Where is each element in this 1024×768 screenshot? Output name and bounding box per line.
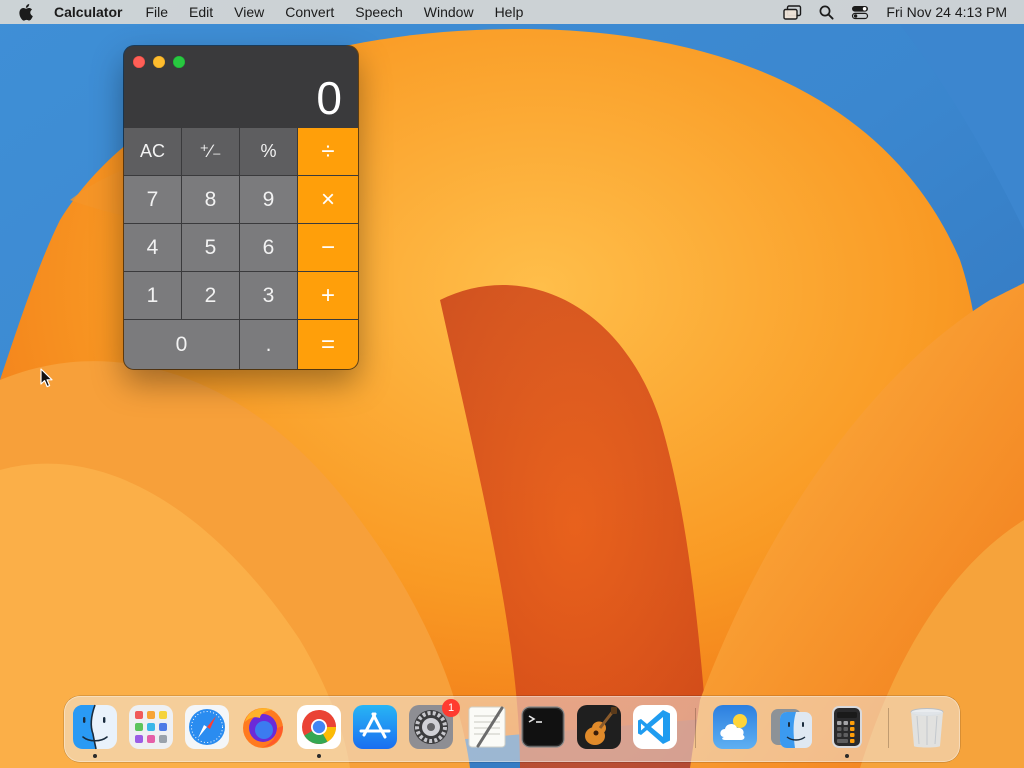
key-8[interactable]: 8 xyxy=(182,176,239,223)
running-indicator xyxy=(845,754,849,758)
menu-view[interactable]: View xyxy=(234,4,264,20)
migration-assistant-icon[interactable] xyxy=(768,704,814,750)
apple-logo-icon[interactable] xyxy=(18,3,36,21)
key-multiply[interactable]: × xyxy=(298,176,358,223)
menu-edit[interactable]: Edit xyxy=(189,4,213,20)
window-close-button[interactable] xyxy=(133,56,145,68)
key-7[interactable]: 7 xyxy=(124,176,181,223)
garageband-icon[interactable] xyxy=(576,704,622,750)
chrome-icon[interactable] xyxy=(296,704,342,750)
menu-file[interactable]: File xyxy=(145,4,168,20)
key-subtract[interactable]: − xyxy=(298,224,358,271)
menu-bar-clock[interactable]: Fri Nov 24 4:13 PM xyxy=(886,4,1007,20)
key-decimal[interactable]: . xyxy=(240,320,297,369)
menu-convert[interactable]: Convert xyxy=(285,4,334,20)
key-3[interactable]: 3 xyxy=(240,272,297,319)
key-add[interactable]: + xyxy=(298,272,358,319)
key-9[interactable]: 9 xyxy=(240,176,297,223)
calculator-display: 0 xyxy=(316,72,342,124)
launchpad-icon[interactable] xyxy=(128,704,174,750)
window-minimize-button[interactable] xyxy=(153,56,165,68)
control-center-icon[interactable] xyxy=(851,5,869,20)
running-indicator xyxy=(317,754,321,758)
system-settings-icon[interactable]: 1 xyxy=(408,699,460,750)
calculator-icon[interactable] xyxy=(824,704,870,750)
calculator-keypad: AC ⁺∕₋ % ÷ 7 8 9 × 4 5 6 − 1 2 3 + 0 . = xyxy=(124,128,358,369)
running-indicator xyxy=(93,754,97,758)
trash-icon[interactable] xyxy=(904,704,950,750)
app-store-icon[interactable] xyxy=(352,704,398,750)
dock-separator xyxy=(888,708,889,748)
key-4[interactable]: 4 xyxy=(124,224,181,271)
firefox-icon[interactable] xyxy=(240,704,286,750)
finder-icon[interactable] xyxy=(72,704,118,750)
key-percent[interactable]: % xyxy=(240,128,297,175)
key-divide[interactable]: ÷ xyxy=(298,128,358,175)
notification-badge: 1 xyxy=(442,699,460,717)
screen-mirroring-icon[interactable] xyxy=(783,4,802,20)
window-zoom-button[interactable] xyxy=(173,56,185,68)
dock: 1 xyxy=(64,696,960,762)
key-2[interactable]: 2 xyxy=(182,272,239,319)
menu-bar: Calculator File Edit View Convert Speech… xyxy=(0,0,1024,24)
menu-app-name[interactable]: Calculator xyxy=(54,4,122,20)
weather-icon[interactable] xyxy=(712,704,758,750)
key-equals[interactable]: = xyxy=(298,320,358,369)
spotlight-search-icon[interactable] xyxy=(819,5,834,20)
menu-help[interactable]: Help xyxy=(495,4,524,20)
key-6[interactable]: 6 xyxy=(240,224,297,271)
terminal-icon[interactable] xyxy=(520,704,566,750)
mouse-pointer-icon xyxy=(40,368,53,388)
menu-window[interactable]: Window xyxy=(424,4,474,20)
vscode-icon[interactable] xyxy=(632,704,678,750)
key-5[interactable]: 5 xyxy=(182,224,239,271)
menu-speech[interactable]: Speech xyxy=(355,4,402,20)
textedit-icon[interactable] xyxy=(464,704,510,750)
key-0[interactable]: 0 xyxy=(124,320,239,369)
key-all-clear[interactable]: AC xyxy=(124,128,181,175)
calculator-window: 0 AC ⁺∕₋ % ÷ 7 8 9 × 4 5 6 − 1 2 3 + 0 .… xyxy=(124,46,358,369)
key-1[interactable]: 1 xyxy=(124,272,181,319)
safari-icon[interactable] xyxy=(184,704,230,750)
key-plus-minus[interactable]: ⁺∕₋ xyxy=(182,128,239,175)
dock-separator xyxy=(695,708,696,748)
